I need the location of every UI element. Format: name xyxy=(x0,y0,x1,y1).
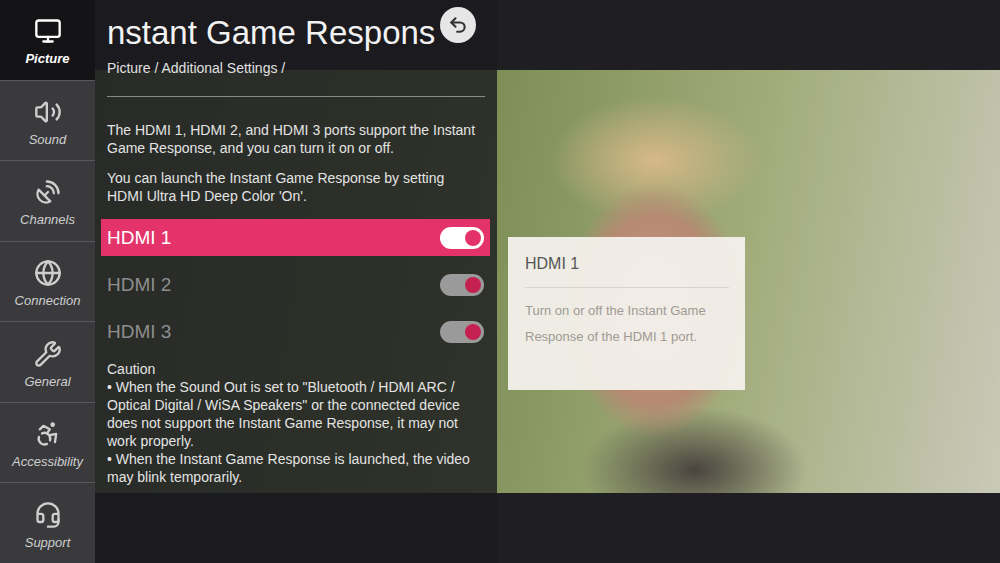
back-button[interactable] xyxy=(440,7,476,43)
content-stage: nstant Game ResponsPicture / Additional … xyxy=(95,0,1000,563)
back-arrow-icon xyxy=(448,15,468,35)
tooltip-text: Turn on or off the Instant Game Response… xyxy=(525,288,729,350)
globe-icon xyxy=(34,259,62,287)
page-title: nstant Game Respons xyxy=(107,14,435,52)
settings-panel: nstant Game ResponsPicture / Additional … xyxy=(95,0,497,563)
toggle-switch[interactable] xyxy=(440,227,484,249)
sidebar-item[interactable]: Connection xyxy=(0,242,95,322)
toggle-knob xyxy=(465,324,481,340)
toggle-knob xyxy=(465,277,481,293)
sidebar-label: General xyxy=(24,374,70,389)
toggle-switch[interactable] xyxy=(440,321,484,343)
sidebar-label: Channels xyxy=(20,212,75,227)
description: The HDMI 1, HDMI 2, and HDMI 3 ports sup… xyxy=(107,121,477,157)
sidebar-label: Support xyxy=(25,535,71,550)
caution-item: • When the Sound Out is set to "Bluetoot… xyxy=(107,378,487,450)
sidebar-item[interactable]: Sound xyxy=(0,81,95,161)
sidebar-label: Picture xyxy=(25,51,69,66)
wrench-icon xyxy=(34,340,62,368)
port-row[interactable]: HDMI 1 xyxy=(101,219,490,256)
port-row[interactable]: HDMI 2 xyxy=(101,266,490,303)
port-row[interactable]: HDMI 3 xyxy=(101,313,490,350)
sidebar-label: Accessibility xyxy=(12,454,83,469)
title-row: nstant Game Respons xyxy=(101,6,490,52)
toggle-knob xyxy=(465,230,481,246)
port-label: HDMI 3 xyxy=(107,321,171,343)
sidebar-item[interactable]: Channels xyxy=(0,161,95,241)
port-label: HDMI 1 xyxy=(107,227,171,249)
sidebar-item[interactable]: Accessibility xyxy=(0,403,95,483)
monitor-icon xyxy=(34,17,62,45)
sidebar-item[interactable]: Picture xyxy=(0,0,95,80)
caution-title: Caution xyxy=(107,360,487,378)
sidebar-item[interactable]: Support xyxy=(0,483,95,563)
sidebar-label: Connection xyxy=(15,293,81,308)
port-list: HDMI 1 HDMI 2 HDMI 3 xyxy=(101,219,490,350)
tooltip-title: HDMI 1 xyxy=(525,255,729,288)
toggle-switch[interactable] xyxy=(440,274,484,296)
tooltip: HDMI 1Turn on or off the Instant Game Re… xyxy=(508,237,745,390)
caution: Caution• When the Sound Out is set to "B… xyxy=(107,360,487,486)
sidebar-label: Sound xyxy=(29,132,67,147)
breadcrumb: Picture / Additional Settings / xyxy=(101,52,490,76)
caution-item: • When the Instant Game Response is laun… xyxy=(107,450,487,486)
sidebar-item[interactable]: General xyxy=(0,322,95,402)
satellite-dish-icon xyxy=(34,178,62,206)
accessibility-icon xyxy=(34,420,62,448)
speaker-icon xyxy=(34,98,62,126)
sidebar: Picture Sound Channels Connection General Acc… xyxy=(0,0,95,563)
divider xyxy=(107,96,485,97)
port-label: HDMI 2 xyxy=(107,274,171,296)
tv-settings-screen: Picture Sound Channels Connection General Acc… xyxy=(0,0,1000,563)
description: You can launch the Instant Game Response… xyxy=(107,169,477,205)
headset-icon xyxy=(34,501,62,529)
